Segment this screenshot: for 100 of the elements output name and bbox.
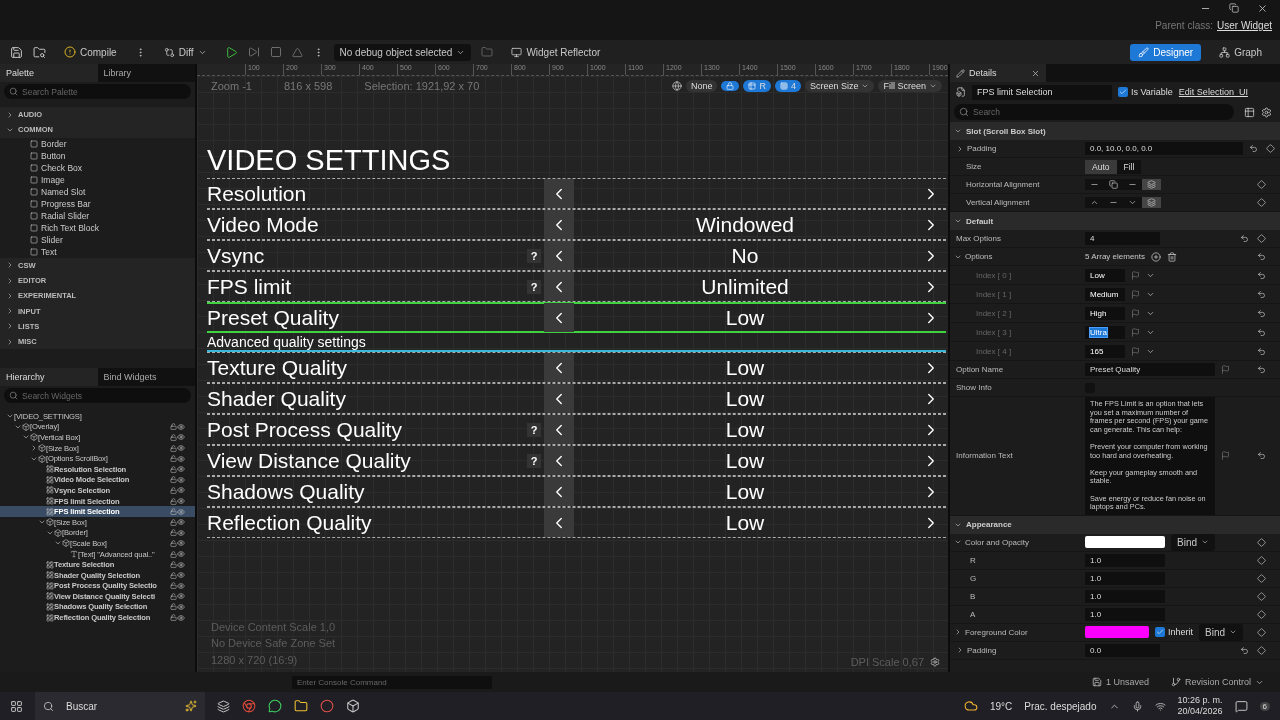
- previous-button[interactable]: [544, 353, 574, 382]
- delete-icon[interactable]: [1167, 251, 1178, 262]
- debug-object-dropdown[interactable]: No debug object selected: [333, 43, 472, 61]
- table-icon[interactable]: [1244, 106, 1255, 118]
- eye-icon[interactable]: [177, 592, 185, 601]
- chat-icon[interactable]: [268, 699, 282, 713]
- step-icon[interactable]: [247, 46, 260, 58]
- revision-control-button[interactable]: Revision Control: [1164, 676, 1270, 688]
- lock-icon[interactable]: [170, 582, 177, 590]
- value-field[interactable]: 1.0: [1085, 589, 1165, 603]
- widget-reflector-button[interactable]: Widget Reflector: [503, 43, 609, 61]
- reset-icon[interactable]: [1257, 365, 1266, 374]
- mode-tab[interactable]: Graph: [1211, 43, 1270, 61]
- previous-button[interactable]: [544, 508, 574, 537]
- lock-icon[interactable]: [170, 592, 177, 600]
- option-row[interactable]: FPS limit ? Unlimited: [207, 271, 946, 302]
- option-row[interactable]: Shadows Quality Low: [207, 476, 946, 507]
- keyframe-icon[interactable]: [1266, 144, 1275, 153]
- folder-icon[interactable]: [294, 699, 308, 713]
- restore-icon[interactable]: [1229, 3, 1239, 13]
- option-row[interactable]: Reflection Quality Low: [207, 507, 946, 538]
- palette-item[interactable]: Border: [0, 137, 195, 150]
- palette-item[interactable]: Named Slot: [0, 185, 195, 198]
- eye-icon[interactable]: [177, 507, 185, 516]
- close-icon[interactable]: [1031, 68, 1040, 78]
- is-variable-checkbox[interactable]: Is Variable: [1118, 87, 1173, 97]
- eye-icon[interactable]: [177, 603, 185, 611]
- name-field[interactable]: FPS limit Selection: [972, 84, 1112, 100]
- lock-icon[interactable]: [170, 550, 177, 558]
- eye-icon[interactable]: [177, 613, 185, 622]
- eye-icon[interactable]: [177, 571, 185, 580]
- lock-button[interactable]: [721, 81, 740, 91]
- scale-mode-button[interactable]: None: [685, 80, 718, 92]
- diff-button[interactable]: Diff: [155, 43, 215, 61]
- task-view-icon[interactable]: [217, 699, 230, 713]
- value-field[interactable]: Preset Quality: [1085, 363, 1215, 376]
- alignment-button[interactable]: [1123, 197, 1142, 208]
- lock-icon[interactable]: [170, 455, 177, 463]
- eye-icon[interactable]: [177, 475, 185, 484]
- notifications-icon[interactable]: [1234, 699, 1248, 713]
- panel-tab[interactable]: Library: [97, 64, 195, 82]
- eye-icon[interactable]: [177, 518, 185, 527]
- help-badge[interactable]: ?: [527, 422, 541, 437]
- eye-icon[interactable]: [177, 454, 185, 463]
- save-icon[interactable]: [10, 45, 23, 59]
- value-field[interactable]: Low: [1085, 268, 1125, 282]
- help-badge[interactable]: ?: [527, 453, 541, 468]
- palette-item[interactable]: Rich Text Block: [0, 221, 195, 234]
- lock-icon[interactable]: [170, 529, 177, 537]
- compile-button[interactable]: Compile: [56, 43, 125, 61]
- search-field[interactable]: Search Widgets: [4, 388, 191, 403]
- help-badge[interactable]: ?: [527, 279, 541, 294]
- value-field[interactable]: 0.0: [1085, 643, 1160, 657]
- alignment-button[interactable]: [1123, 179, 1142, 190]
- taskbar-search[interactable]: Buscar: [35, 692, 205, 720]
- stop-icon[interactable]: [269, 46, 282, 58]
- eye-icon[interactable]: [177, 497, 185, 506]
- lock-icon[interactable]: [170, 476, 177, 484]
- panel-tab[interactable]: Palette: [0, 64, 98, 82]
- play-icon[interactable]: [224, 45, 238, 59]
- palette-item[interactable]: Check Box: [0, 161, 195, 174]
- search-field[interactable]: Search Palette: [4, 84, 191, 99]
- option-row[interactable]: Preset Quality Low: [207, 302, 946, 333]
- lock-icon[interactable]: [170, 603, 177, 611]
- details-tab[interactable]: Details: [950, 64, 1046, 82]
- eye-icon[interactable]: [177, 422, 185, 431]
- lock-icon[interactable]: [170, 571, 177, 579]
- eye-icon[interactable]: [177, 486, 185, 495]
- palette-item[interactable]: Radial Slider: [0, 209, 195, 222]
- reset-icon[interactable]: [1240, 645, 1249, 655]
- size-option[interactable]: Auto: [1085, 159, 1117, 174]
- add-icon[interactable]: [1151, 251, 1162, 262]
- unsaved-button[interactable]: 1 Unsaved: [1085, 676, 1155, 688]
- keyframe-icon[interactable]: [1257, 234, 1266, 243]
- edit-link[interactable]: Edit Selection_UI: [1178, 87, 1248, 97]
- size-option[interactable]: Fill: [1116, 159, 1142, 174]
- lock-icon[interactable]: [170, 444, 177, 452]
- reset-icon[interactable]: [1257, 346, 1266, 356]
- lock-icon[interactable]: [170, 434, 177, 441]
- mode-tab[interactable]: Designer: [1130, 43, 1202, 61]
- reset-icon[interactable]: [1249, 144, 1258, 153]
- previous-button[interactable]: [544, 415, 574, 444]
- previous-button[interactable]: [544, 477, 574, 506]
- eye-icon[interactable]: [177, 465, 185, 474]
- value-field[interactable]: 1.0: [1085, 553, 1165, 567]
- previous-button[interactable]: [544, 210, 574, 239]
- lock-icon[interactable]: [170, 561, 177, 569]
- settings-icon[interactable]: [1261, 106, 1272, 118]
- previous-button[interactable]: [544, 446, 574, 475]
- inherit-checkbox[interactable]: Inherit: [1155, 627, 1193, 638]
- eye-icon[interactable]: [177, 581, 185, 590]
- option-row[interactable]: Vsync ? No: [207, 240, 946, 271]
- reset-icon[interactable]: [1257, 308, 1266, 318]
- lock-icon[interactable]: [170, 497, 177, 505]
- fill-screen-dropdown[interactable]: Fill Screen: [878, 80, 942, 92]
- settings-icon[interactable]: [930, 657, 940, 667]
- browser-icon[interactable]: [242, 699, 256, 713]
- value-field[interactable]: High: [1085, 306, 1125, 320]
- reset-icon[interactable]: [1257, 252, 1266, 261]
- palette-item[interactable]: Image: [0, 173, 195, 186]
